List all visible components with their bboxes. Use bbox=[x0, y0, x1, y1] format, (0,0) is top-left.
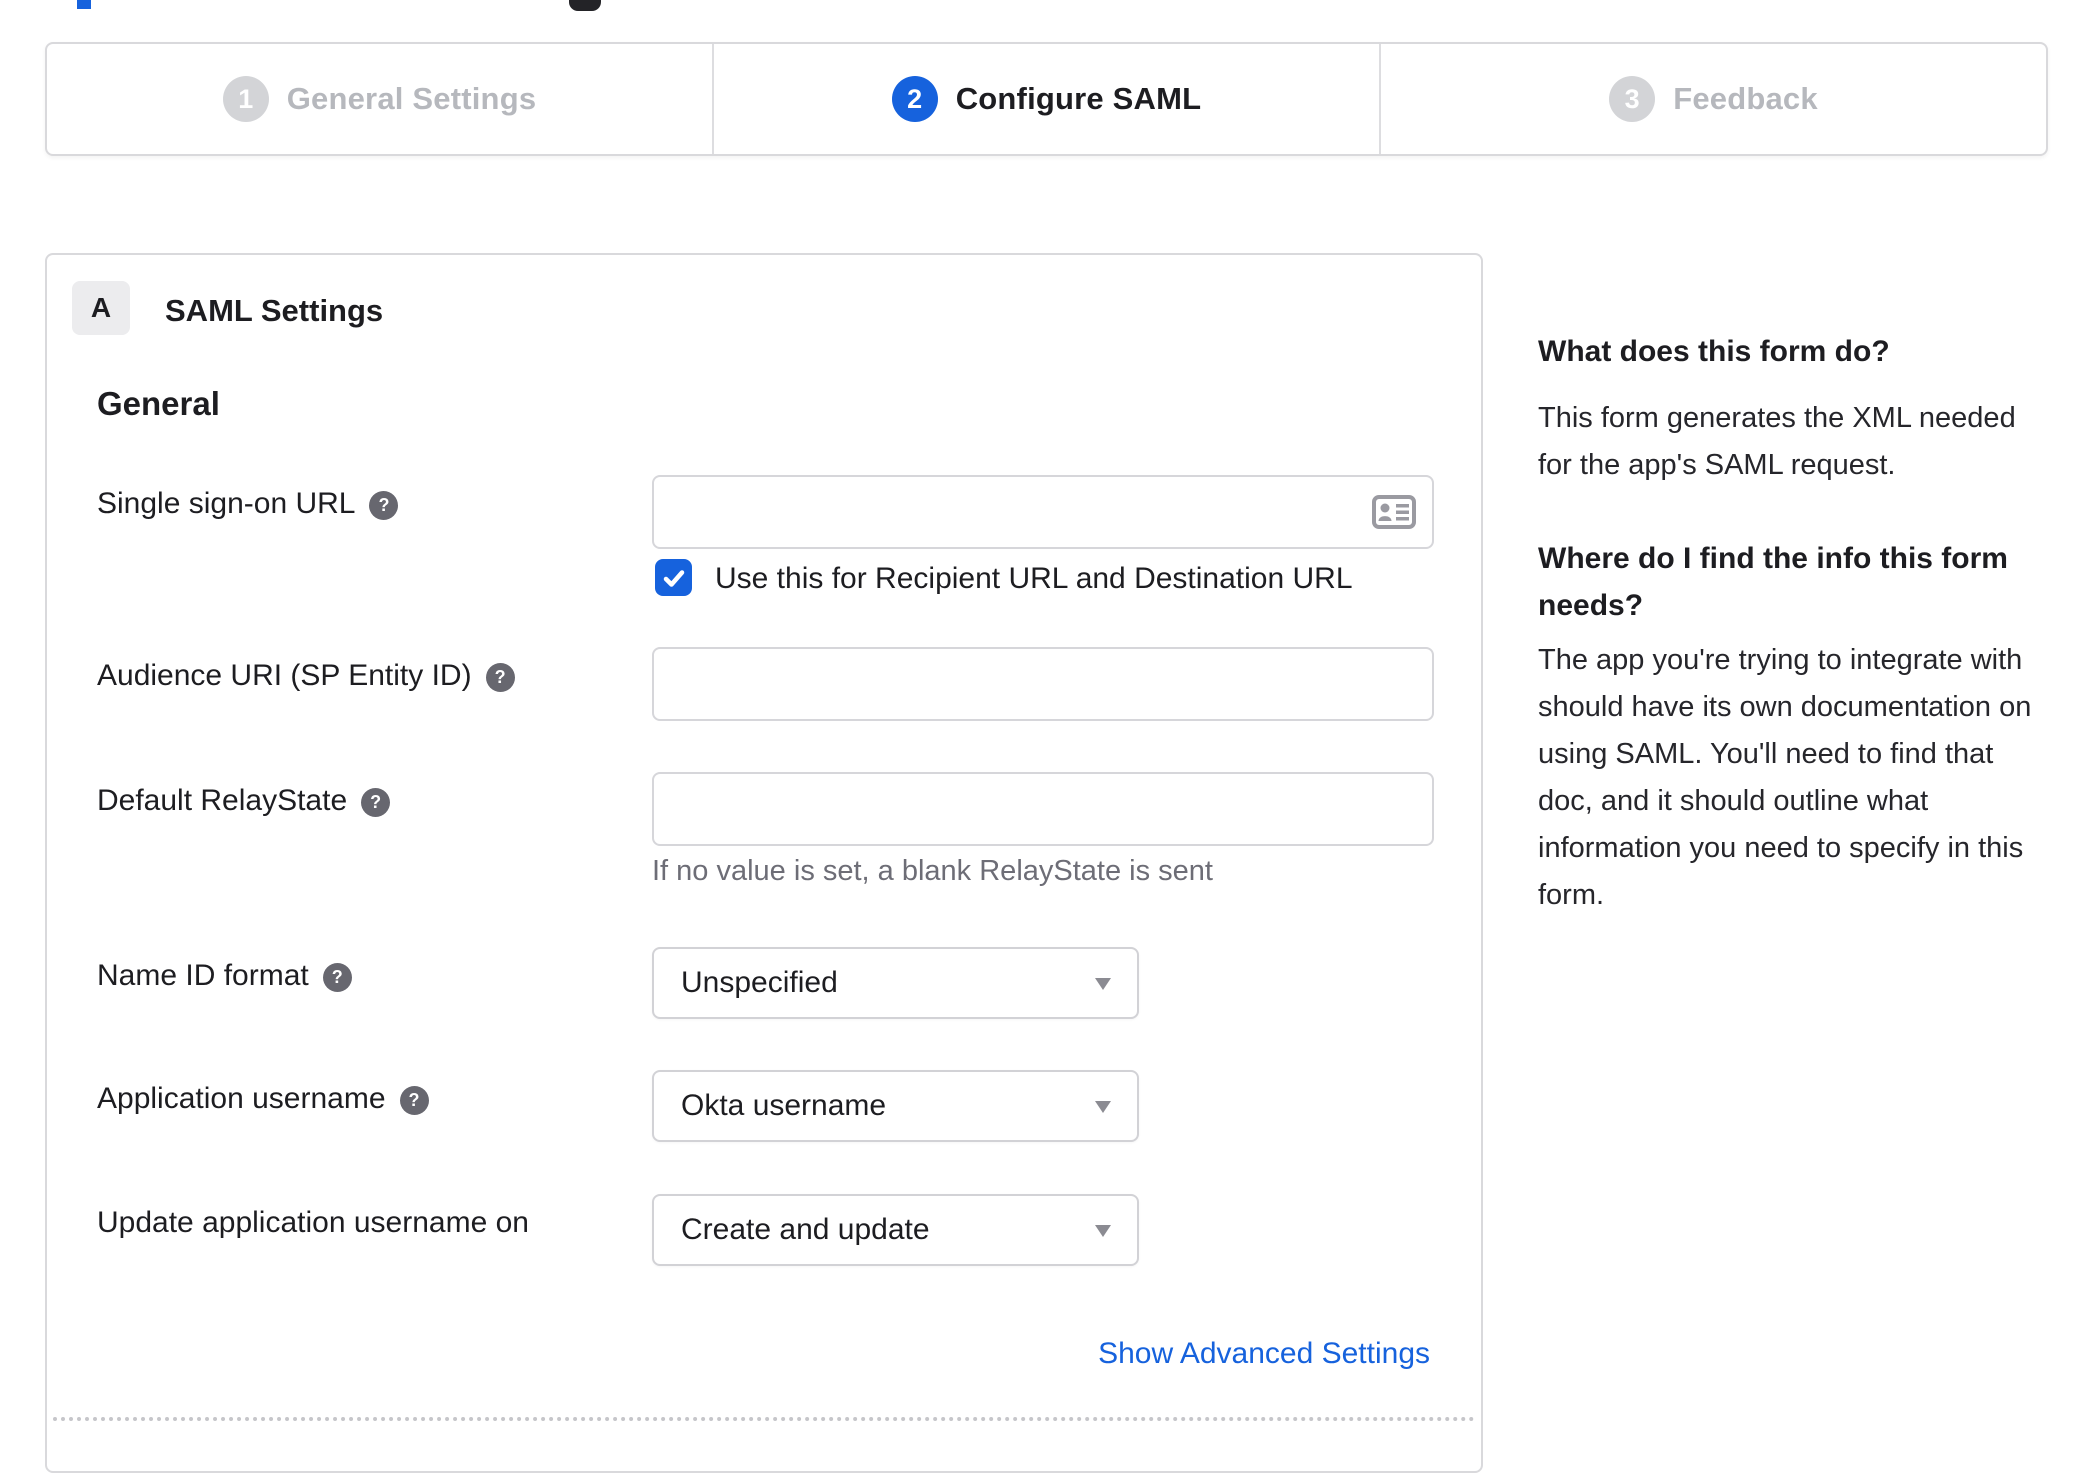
update-application-username-value: Create and update bbox=[681, 1213, 930, 1246]
help-icon[interactable]: ? bbox=[322, 963, 352, 992]
relaystate-helper-text: If no value is set, a blank RelayState i… bbox=[652, 855, 1213, 887]
step-1-label: General Settings bbox=[286, 81, 537, 116]
step-1-number-badge: 1 bbox=[222, 76, 269, 122]
chevron-down-icon bbox=[1095, 978, 1111, 990]
application-username-select[interactable]: Okta username bbox=[652, 1070, 1139, 1142]
page-title-fragment-blue bbox=[77, 0, 91, 9]
name-id-format-select[interactable]: Unspecified bbox=[652, 947, 1139, 1019]
update-application-username-select[interactable]: Create and update bbox=[652, 1194, 1139, 1266]
step-2-number-badge: 2 bbox=[891, 76, 938, 122]
sidebar-heading-where: Where do I find the info this form needs… bbox=[1538, 542, 2008, 622]
setup-wizard-stepper: 1 General Settings 2 Configure SAML 3 Fe… bbox=[45, 42, 2048, 156]
checkbox-label: Use this for Recipient URL and Destinati… bbox=[715, 562, 1353, 595]
help-icon[interactable]: ? bbox=[369, 491, 399, 520]
help-icon[interactable]: ? bbox=[361, 788, 391, 817]
checkmark-icon bbox=[663, 569, 684, 587]
name-id-format-label: Name ID format? bbox=[97, 959, 352, 993]
step-2-label: Configure SAML bbox=[955, 81, 1202, 116]
update-application-username-label: Update application username on bbox=[97, 1206, 529, 1239]
section-a-badge: A bbox=[72, 281, 130, 335]
sidebar-body-what: This form generates the XML needed for t… bbox=[1538, 402, 2016, 481]
saml-settings-panel: A SAML Settings General Single sign-on U… bbox=[45, 253, 1483, 1473]
default-relaystate-input[interactable] bbox=[652, 772, 1434, 846]
single-sign-on-url-input[interactable] bbox=[652, 475, 1434, 549]
help-icon[interactable]: ? bbox=[399, 1086, 429, 1115]
use-for-recipient-destination-checkbox[interactable] bbox=[655, 559, 692, 596]
step-3-label: Feedback bbox=[1673, 81, 1818, 116]
step-configure-saml[interactable]: 2 Configure SAML bbox=[712, 44, 1379, 154]
default-relaystate-label: Default RelayState? bbox=[97, 784, 391, 818]
help-icon[interactable]: ? bbox=[485, 663, 515, 692]
general-section-heading: General bbox=[97, 385, 220, 422]
chevron-down-icon bbox=[1095, 1225, 1111, 1237]
application-username-label: Application username? bbox=[97, 1082, 429, 1116]
page-title-fragment-black bbox=[569, 0, 601, 11]
application-username-value: Okta username bbox=[681, 1089, 887, 1122]
name-id-format-value: Unspecified bbox=[681, 966, 838, 999]
sidebar-body-where: The app you're trying to integrate with … bbox=[1538, 644, 2032, 911]
show-advanced-settings-link[interactable]: Show Advanced Settings bbox=[1098, 1337, 1430, 1371]
step-general-settings[interactable]: 1 General Settings bbox=[47, 44, 712, 154]
section-dotted-divider bbox=[53, 1417, 1475, 1421]
step-3-number-badge: 3 bbox=[1609, 76, 1656, 122]
sidebar-heading-what: What does this form do? bbox=[1538, 335, 1890, 368]
chevron-down-icon bbox=[1095, 1101, 1111, 1113]
audience-uri-input[interactable] bbox=[652, 647, 1434, 721]
single-sign-on-url-label: Single sign-on URL? bbox=[97, 487, 399, 521]
panel-title: SAML Settings bbox=[165, 293, 384, 328]
audience-uri-label: Audience URI (SP Entity ID)? bbox=[97, 659, 515, 693]
contact-card-icon[interactable] bbox=[1372, 495, 1416, 529]
step-feedback[interactable]: 3 Feedback bbox=[1379, 44, 2046, 154]
